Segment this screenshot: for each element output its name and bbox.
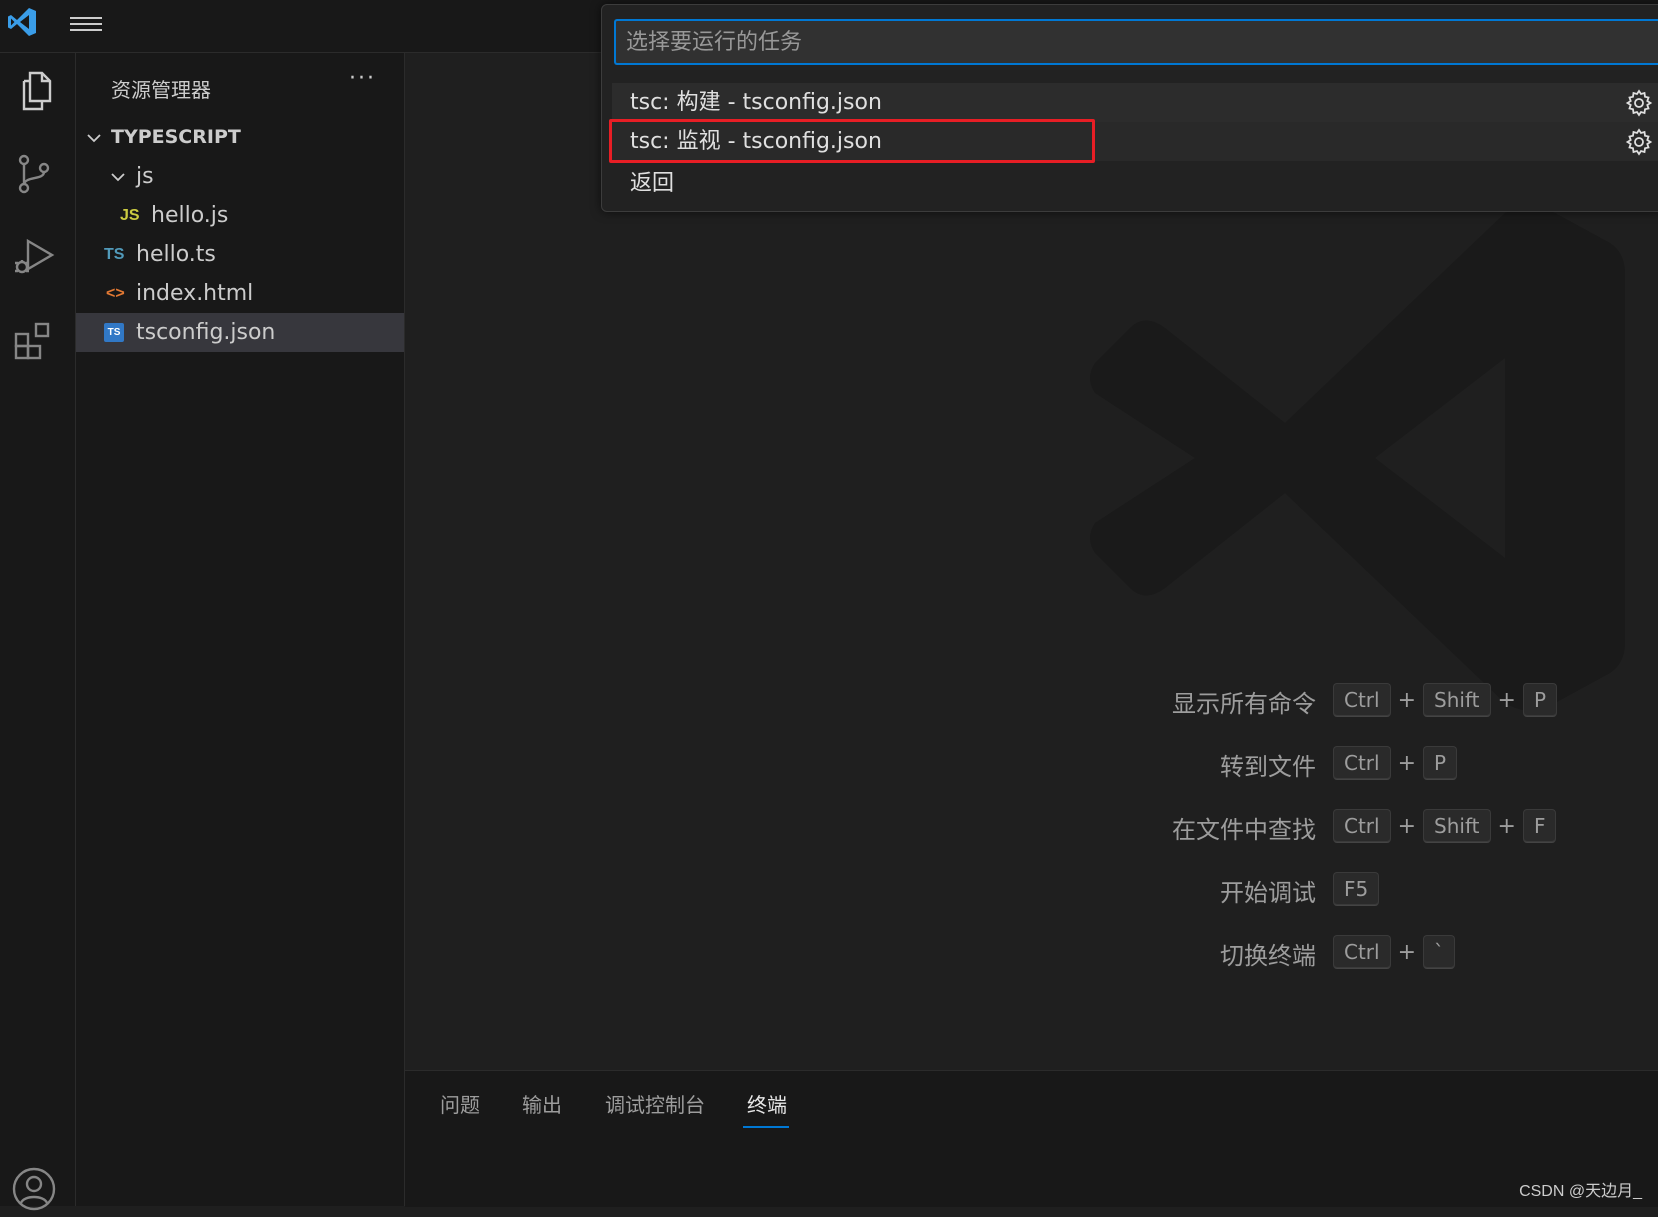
key-ctrl: Ctrl [1333, 683, 1391, 717]
plus-sign: + [1397, 813, 1417, 839]
shortcut-label: 显示所有命令 [1172, 690, 1316, 718]
shortcut-go-to-file: 转到文件 Ctrl + P [405, 743, 1658, 783]
file-hello-ts[interactable]: TS hello.ts [76, 235, 404, 274]
chevron-down-icon [87, 134, 101, 143]
key-shift: Shift [1423, 683, 1491, 717]
task-item-back[interactable]: 返回 [612, 164, 1658, 203]
key-f: F [1522, 809, 1557, 843]
file-label: tsconfig.json [136, 320, 276, 345]
shortcut-label: 转到文件 [1220, 753, 1316, 781]
task-item-label: 返回 [630, 171, 675, 196]
chevron-down-icon [111, 173, 125, 182]
key-shift: Shift [1423, 809, 1491, 843]
tab-problems[interactable]: 问题 [440, 1089, 480, 1118]
folder-label: TYPESCRIPT [111, 126, 241, 148]
key-backtick: ` [1423, 935, 1456, 969]
quick-pick-input[interactable] [614, 19, 1658, 65]
tab-output[interactable]: 输出 [522, 1089, 562, 1118]
file-index-html[interactable]: <> index.html [76, 274, 404, 313]
hamburger-menu-icon[interactable] [70, 13, 102, 37]
sidebar-title: 资源管理器 [111, 78, 211, 102]
folder-js[interactable]: js [76, 157, 404, 196]
file-label: hello.ts [136, 242, 216, 267]
plus-sign: + [1497, 813, 1516, 839]
run-debug-icon[interactable] [10, 233, 58, 281]
plus-sign: + [1397, 750, 1417, 776]
vscode-logo-icon [8, 8, 36, 36]
tab-terminal[interactable]: 终端 [747, 1089, 787, 1118]
key-f5: F5 [1333, 872, 1380, 906]
bottom-panel: 问题 输出 调试控制台 终端 CSDN @天边月_ [405, 1070, 1658, 1207]
key-p: P [1423, 746, 1458, 780]
extensions-icon[interactable] [10, 316, 58, 364]
folder-label: js [136, 164, 154, 189]
task-quick-pick: tsc: 构建 - tsconfig.json tsc: 监视 - tsconf… [601, 4, 1658, 212]
key-ctrl: Ctrl [1333, 746, 1391, 780]
folder-typescript[interactable]: TYPESCRIPT [76, 118, 404, 157]
watermark-credit: CSDN @天边月_ [1519, 1183, 1642, 1200]
key-ctrl: Ctrl [1333, 809, 1391, 843]
file-label: hello.js [151, 203, 229, 228]
plus-sign: + [1397, 687, 1417, 713]
activity-bar [0, 53, 76, 1211]
task-item-build[interactable]: tsc: 构建 - tsconfig.json [612, 83, 1658, 122]
plus-sign: + [1497, 687, 1516, 713]
task-item-label: tsc: 监视 - tsconfig.json [630, 129, 882, 154]
js-file-icon: JS [120, 207, 140, 224]
tab-debug-console[interactable]: 调试控制台 [605, 1089, 705, 1118]
shortcut-label: 在文件中查找 [1172, 816, 1316, 844]
task-item-watch[interactable]: tsc: 监视 - tsconfig.json [612, 122, 1658, 161]
active-tab-indicator [743, 1126, 789, 1128]
task-item-label: tsc: 构建 - tsconfig.json [630, 90, 882, 115]
file-tsconfig-json[interactable]: TS tsconfig.json [76, 313, 404, 352]
explorer-icon[interactable] [10, 67, 58, 115]
shortcut-start-debugging: 开始调试 F5 [405, 869, 1658, 909]
tsconfig-file-icon: TS [104, 323, 124, 342]
gear-icon[interactable] [1625, 89, 1653, 117]
explorer-sidebar: 资源管理器 ··· TYPESCRIPT js JS hello.js TS h… [76, 53, 405, 1206]
shortcut-label: 开始调试 [1220, 879, 1316, 907]
vscode-watermark-icon [1090, 205, 1625, 711]
gear-icon[interactable] [1625, 128, 1653, 156]
more-actions-icon[interactable]: ··· [349, 66, 376, 91]
key-ctrl: Ctrl [1333, 935, 1391, 969]
html-file-icon: <> [106, 285, 125, 302]
file-label: index.html [136, 281, 254, 306]
shortcut-label: 切换终端 [1220, 942, 1316, 970]
file-hello-js[interactable]: JS hello.js [76, 196, 404, 235]
shortcut-find-in-files: 在文件中查找 Ctrl + Shift + F [405, 806, 1658, 846]
shortcut-show-commands: 显示所有命令 Ctrl + Shift + P [405, 680, 1658, 720]
ts-file-icon: TS [104, 246, 125, 263]
key-p: P [1522, 683, 1557, 717]
plus-sign: + [1397, 939, 1417, 965]
shortcut-toggle-terminal: 切换终端 Ctrl + ` [405, 932, 1658, 972]
source-control-icon[interactable] [10, 150, 58, 198]
